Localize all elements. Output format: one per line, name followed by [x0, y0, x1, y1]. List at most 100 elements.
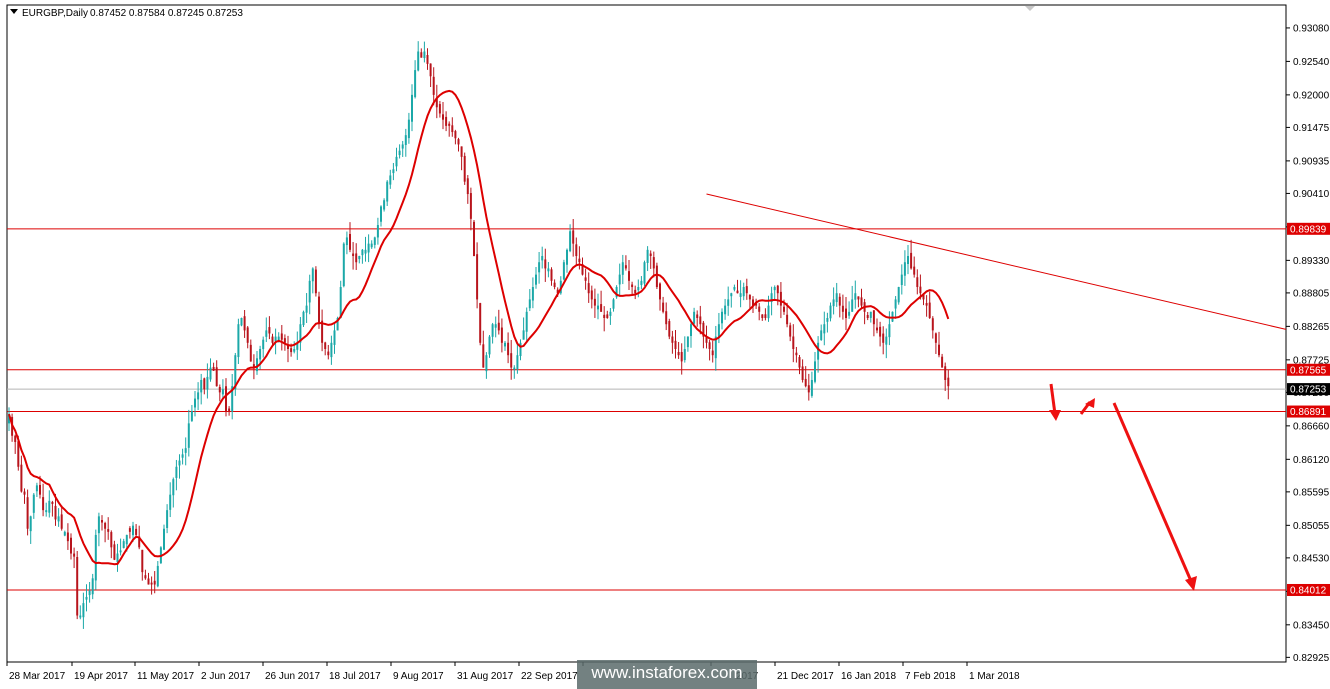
candle-body — [324, 342, 327, 349]
candle-body — [696, 314, 699, 319]
candle-body — [376, 225, 379, 238]
candle-body — [314, 269, 317, 294]
candle-body — [26, 497, 29, 529]
candle-body — [590, 290, 593, 300]
candle-body — [411, 94, 413, 122]
candle-body — [572, 230, 575, 244]
candle-body — [947, 377, 950, 387]
candle-body — [655, 265, 658, 288]
candle-body — [711, 350, 714, 356]
x-tick-label: 16 Jan 2018 — [841, 671, 896, 682]
candle-body — [841, 305, 844, 312]
candle-body — [541, 256, 544, 261]
candle-body — [194, 398, 196, 408]
candle-body — [283, 338, 286, 343]
candle-body — [507, 342, 510, 356]
candle-body — [562, 262, 565, 280]
candle-body — [513, 367, 516, 370]
candle-body — [693, 311, 696, 324]
candle-body — [804, 378, 807, 387]
candle-body — [801, 366, 804, 380]
candle-body — [268, 327, 271, 334]
candle-body — [677, 351, 680, 356]
candle-body — [913, 266, 916, 275]
candle-body — [42, 497, 45, 511]
candle-body — [910, 252, 913, 269]
candle-body — [395, 156, 398, 167]
eurgbp-daily-chart: 0.93080 0.92540 0.92000 0.91475 0.90935 0.904… — [6, 4, 1330, 682]
y-tick-label: 0.86120 — [1293, 455, 1330, 466]
candle-body — [401, 144, 404, 149]
candle-body — [212, 366, 215, 371]
candle-body — [82, 603, 85, 618]
candle-body — [156, 565, 159, 587]
y-tick-label: 0.91475 — [1293, 123, 1330, 134]
candle-body — [423, 51, 426, 59]
candle-body — [246, 327, 249, 343]
candle-body — [699, 316, 702, 325]
candle-body — [380, 206, 382, 222]
candle-body — [637, 287, 640, 291]
candle-body — [600, 304, 603, 312]
chart-title: EURGBP,Daily — [22, 8, 88, 19]
level-price-label: 0.84012 — [1290, 585, 1327, 596]
candle-body — [460, 146, 463, 157]
candle-body — [14, 435, 17, 442]
candle-body — [163, 528, 165, 550]
y-tick-label: 0.92000 — [1293, 90, 1330, 101]
candle-body — [606, 314, 609, 319]
candle-body — [280, 333, 283, 340]
level-price-label: 0.89839 — [1290, 224, 1327, 235]
x-tick-label: 11 May 2017 — [137, 671, 195, 682]
candle-body — [454, 131, 457, 139]
candle-body — [497, 322, 500, 331]
candle-body — [597, 305, 599, 310]
candle-body — [479, 303, 482, 343]
candle-body — [466, 178, 469, 195]
candle-body — [172, 479, 175, 496]
y-tick-label: 0.82925 — [1293, 653, 1330, 664]
candle-body — [39, 484, 41, 495]
candle-body — [820, 330, 823, 340]
candle-body — [488, 336, 491, 355]
candle-body — [944, 366, 947, 380]
candle-body — [417, 51, 420, 71]
candle-body — [215, 367, 218, 387]
candle-body — [733, 287, 736, 290]
candle-body — [426, 54, 429, 64]
candle-body — [907, 256, 909, 264]
candle-body — [73, 553, 76, 557]
candle-body — [919, 286, 922, 294]
candle-body — [634, 289, 637, 294]
candle-body — [218, 387, 221, 393]
candle-body — [624, 265, 627, 269]
candle-body — [197, 392, 200, 400]
candle-body — [686, 336, 689, 348]
watermark-text: www.instaforex.com — [591, 663, 743, 682]
candle-body — [783, 306, 785, 312]
candle-body — [612, 299, 615, 309]
candle-body — [795, 352, 798, 356]
candle-body — [166, 510, 169, 528]
candle-body — [150, 582, 153, 585]
level-price-label: 0.86891 — [1290, 407, 1327, 418]
candle-body — [370, 243, 373, 248]
candle-body — [708, 342, 711, 349]
candle-body — [240, 318, 243, 326]
candle-body — [429, 63, 432, 77]
candle-body — [535, 274, 537, 285]
candle-body — [35, 485, 38, 492]
y-tick-label: 0.83450 — [1293, 620, 1330, 631]
candle-body — [187, 423, 190, 448]
candle-body — [618, 274, 621, 285]
candle-body — [758, 306, 761, 312]
y-tick-label: 0.88265 — [1293, 322, 1330, 333]
x-tick-label: 9 Aug 2017 — [393, 671, 444, 682]
candle-body — [20, 464, 23, 492]
candle-body — [206, 376, 209, 390]
candle-body — [383, 200, 386, 210]
candle-body — [414, 70, 417, 98]
ohlc-values: 0.87452 0.87584 0.87245 0.87253 — [90, 8, 243, 19]
candle-body — [628, 271, 630, 281]
candle-body — [367, 243, 370, 253]
